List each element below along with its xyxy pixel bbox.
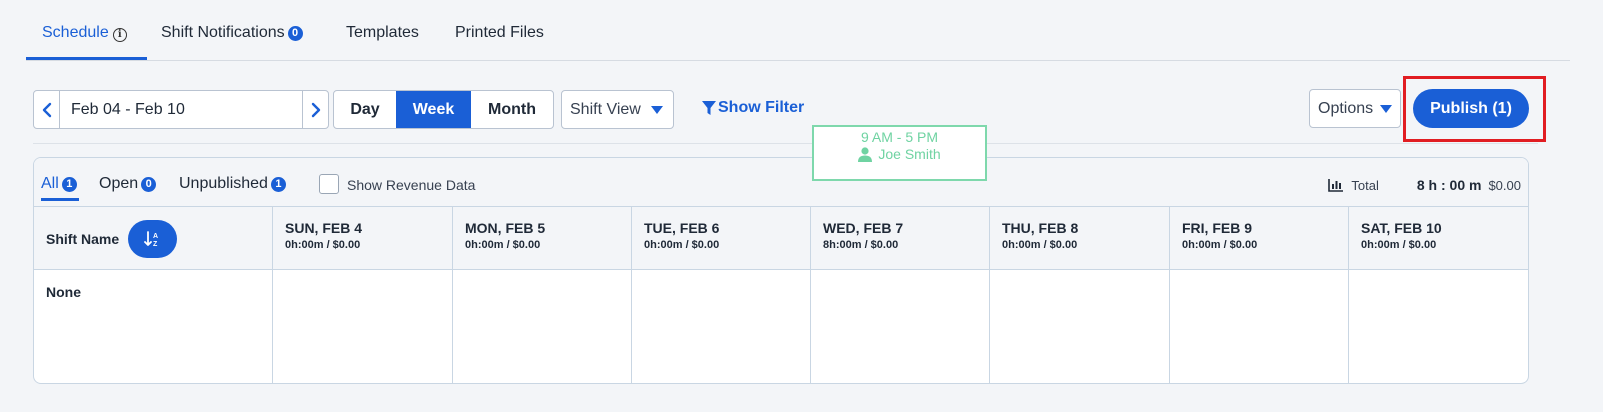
day-name: SUN, FEB 4 [285,220,363,236]
tab-schedule-label: Schedule [42,24,109,41]
day-summary: 8h:00m / $0.00 [823,239,899,251]
sort-icon: AZ [143,230,158,248]
filter-bar: All 1 Open 0 Unpublished 1 Show Revenue … [34,158,1528,207]
shift-card[interactable]: 9 AM - 5 PM Joe Smith [812,125,987,181]
shift-name-header: Shift Name AZ [34,207,273,270]
view-mode-selector: Day Week Month [333,90,554,129]
day-name: FRI, FEB 9 [1182,220,1253,236]
total-summary: Total 8 h : 00 m $0.00 [1328,177,1521,193]
day-view-button[interactable]: Day [334,91,396,128]
day-name: TUE, FEB 6 [644,220,720,236]
options-label: Options [1318,99,1374,117]
tab-printed-files[interactable]: Printed Files [455,24,544,42]
filter-tab-all[interactable]: All 1 [41,175,77,193]
show-filter-label: Show Filter [718,99,805,116]
day-header-thu: THU, FEB 8 0h:00m / $0.00 [990,207,1170,270]
day-cell-thu[interactable] [990,270,1170,383]
filter-unpublished-count-badge: 1 [270,176,286,192]
total-label: Total [1351,177,1379,193]
tab-templates[interactable]: Templates [346,24,419,42]
grid-header: Shift Name AZ SUN, FEB 4 0h:00m / $0.00 … [34,207,1528,270]
schedule-panel: All 1 Open 0 Unpublished 1 Show Revenue … [33,157,1529,384]
day-summary: 0h:00m / $0.00 [285,239,361,251]
tab-printed-files-label: Printed Files [455,24,544,41]
filter-open-count-badge: 0 [141,176,157,192]
day-cell-tue[interactable] [632,270,811,383]
day-cell-sat[interactable] [1349,270,1528,383]
filter-unpublished-label: Unpublished [179,175,268,192]
chevron-left-icon [42,102,51,117]
show-revenue-label: Show Revenue Data [347,177,476,193]
show-revenue-checkbox[interactable] [319,174,339,194]
caret-down-icon [1380,104,1393,113]
day-cell-sun[interactable] [273,270,453,383]
shift-view-dropdown[interactable]: Shift View [561,90,674,129]
schedule-row: None [34,270,1528,383]
day-name: SAT, FEB 10 [1361,220,1442,236]
day-name: MON, FEB 5 [465,220,546,236]
next-week-button[interactable] [302,91,328,128]
month-view-button[interactable]: Month [471,91,553,128]
day-cell-wed[interactable] [811,270,990,383]
day-cell-mon[interactable] [453,270,632,383]
day-header-sun: SUN, FEB 4 0h:00m / $0.00 [273,207,453,270]
filter-icon [702,101,716,115]
day-name: WED, FEB 7 [823,220,904,236]
notifications-count-badge: 0 [287,25,303,41]
filter-all-label: All [41,175,59,192]
filter-tab-unpublished[interactable]: Unpublished 1 [179,175,286,193]
svg-text:Z: Z [153,241,158,248]
shift-name-header-label: Shift Name [46,230,120,247]
options-dropdown[interactable]: Options [1309,89,1401,128]
filter-open-label: Open [99,175,139,192]
tab-shift-notifications-label: Shift Notifications [161,24,285,41]
shift-assignee: Joe Smith [814,146,985,162]
week-view-button[interactable]: Week [396,91,471,128]
shift-assignee-name: Joe Smith [878,146,941,162]
active-tab-indicator [26,57,147,60]
day-summary: 0h:00m / $0.00 [465,239,541,251]
sort-button[interactable]: AZ [128,219,178,258]
chevron-right-icon [311,102,320,117]
tab-templates-label: Templates [346,24,419,41]
day-summary: 0h:00m / $0.00 [1002,239,1078,251]
day-header-sat: SAT, FEB 10 0h:00m / $0.00 [1349,207,1528,270]
caret-down-icon [650,105,663,114]
day-summary: 0h:00m / $0.00 [1361,239,1437,251]
date-range-field[interactable]: Feb 04 - Feb 10 [60,91,302,128]
row-shift-name: None [34,270,273,383]
toolbar-divider [33,143,1538,144]
bar-chart-icon [1328,179,1344,192]
person-icon [858,146,873,162]
total-amount: $0.00 [1488,177,1521,193]
total-hours: 8 h : 00 m [1416,177,1482,193]
svg-text:A: A [153,233,158,240]
info-icon[interactable]: i [112,27,127,42]
day-summary: 0h:00m / $0.00 [1182,239,1258,251]
tab-schedule[interactable]: Schedule i [42,24,127,42]
day-summary: 0h:00m / $0.00 [644,239,720,251]
date-navigator: Feb 04 - Feb 10 [33,90,329,129]
active-filter-indicator [41,198,79,201]
top-tabs: Schedule i Shift Notifications 0 Templat… [26,0,1570,61]
day-header-tue: TUE, FEB 6 0h:00m / $0.00 [632,207,811,270]
day-name: THU, FEB 8 [1002,220,1079,236]
show-filter-button[interactable]: Show Filter [702,99,804,117]
previous-week-button[interactable] [34,91,60,128]
filter-tab-open[interactable]: Open 0 [99,175,157,193]
tab-shift-notifications[interactable]: Shift Notifications 0 [161,24,303,42]
day-cell-fri[interactable] [1170,270,1349,383]
day-header-mon: MON, FEB 5 0h:00m / $0.00 [453,207,632,270]
shift-time: 9 AM - 5 PM [860,129,939,145]
filter-all-count-badge: 1 [61,176,77,192]
publish-button[interactable]: Publish (1) [1413,89,1529,128]
day-header-wed: WED, FEB 7 8h:00m / $0.00 [811,207,990,270]
day-header-fri: FRI, FEB 9 0h:00m / $0.00 [1170,207,1349,270]
shift-view-label: Shift View [570,100,641,118]
